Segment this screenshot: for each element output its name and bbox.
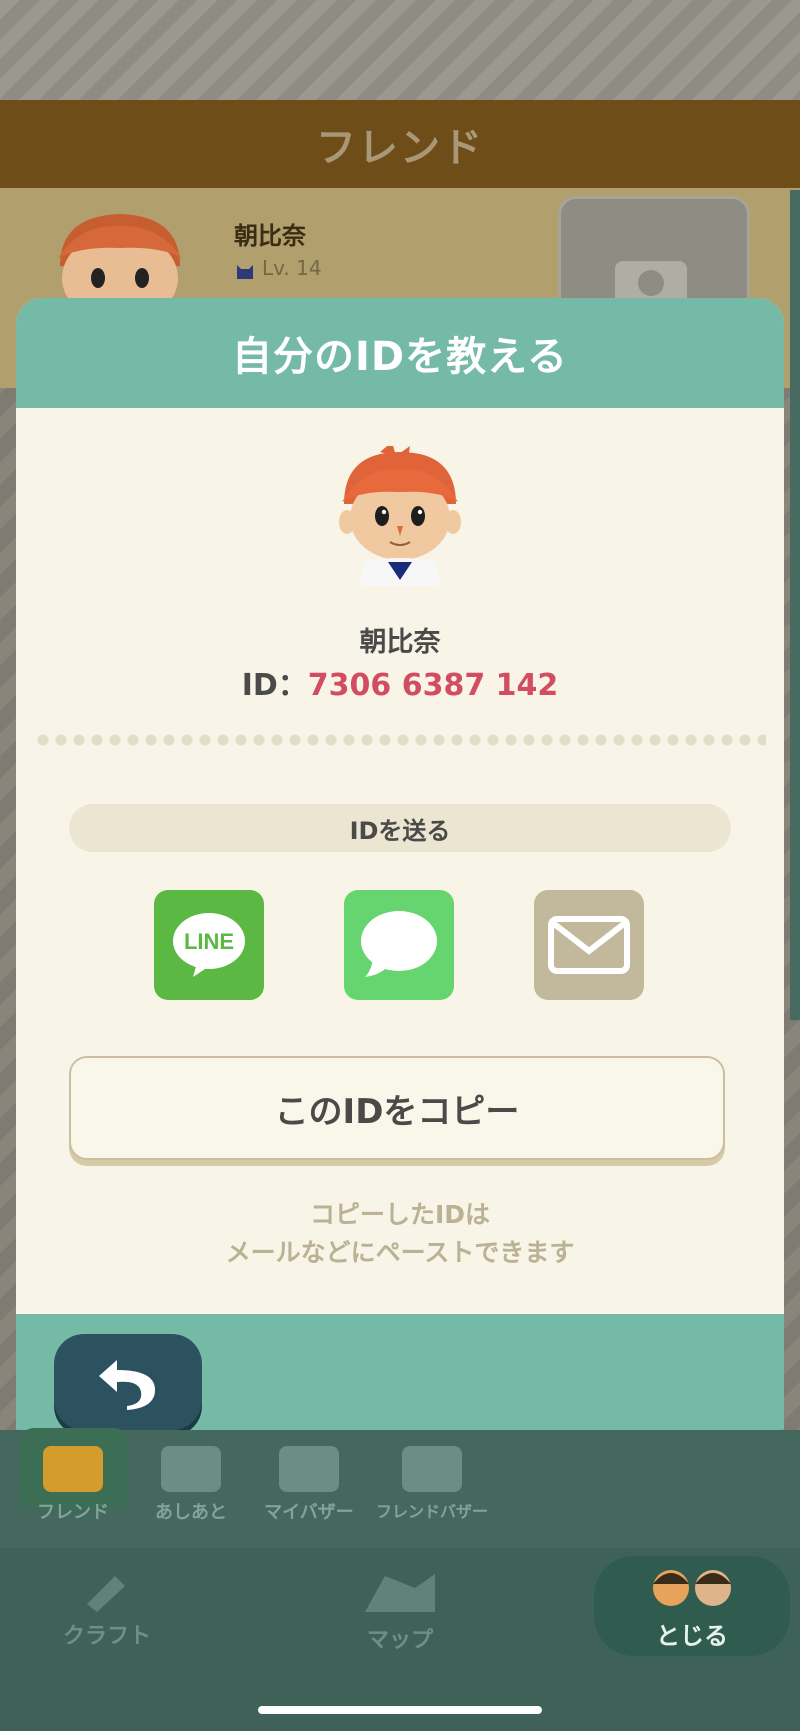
line-text: LINE <box>184 929 234 954</box>
share-line-button[interactable]: LINE <box>154 890 264 1000</box>
id-value: 7306 6387 142 <box>307 668 559 703</box>
friend-bazaar-icon <box>402 1446 462 1492</box>
page-title: フレンド <box>0 100 800 188</box>
line-icon: LINE <box>173 913 245 977</box>
bazaar-icon <box>279 1446 339 1492</box>
hint-line-2: メールなどにペーストできます <box>225 1238 575 1267</box>
nav-footprints-label: あしあと <box>155 1502 227 1523</box>
friend-level: Lv. 14 <box>234 256 322 281</box>
map-icon <box>365 1574 435 1612</box>
player-id: ID：7306 6387 142 <box>16 660 784 704</box>
friends-icon <box>43 1446 103 1492</box>
share-mail-button[interactable] <box>534 890 644 1000</box>
copy-hint: コピーしたIDは メールなどにペーストできます <box>16 1196 784 1272</box>
craft-icon <box>87 1576 125 1612</box>
send-id-label: IDを送る <box>69 804 731 852</box>
footprints-icon <box>161 1446 221 1492</box>
nav-friend-bazaar[interactable]: フレンドバザー <box>372 1446 492 1536</box>
share-message-button[interactable] <box>344 890 454 1000</box>
hint-line-1: コピーしたIDは <box>309 1200 491 1229</box>
friend-level-text: Lv. 14 <box>262 256 322 280</box>
back-button[interactable] <box>54 1334 202 1430</box>
close-button[interactable]: とじる <box>594 1556 790 1656</box>
messages-icon <box>361 911 437 977</box>
nav-my-bazaar[interactable]: マイバザー <box>254 1446 364 1536</box>
copy-id-button[interactable]: このIDをコピー <box>69 1056 725 1160</box>
nav-my-bazaar-label: マイバザー <box>264 1502 354 1523</box>
mail-icon <box>548 916 630 974</box>
background-top <box>0 0 800 100</box>
share-id-dialog: 自分のIDを教える 朝比奈 ID：7306 6387 142 IDを送る LIN… <box>16 298 784 1450</box>
home-indicator <box>258 1706 542 1714</box>
dotted-divider <box>34 734 766 746</box>
id-prefix: ID： <box>241 668 308 703</box>
cat-icon <box>237 264 253 279</box>
player-name: 朝比奈 <box>359 627 441 658</box>
player-avatar <box>339 446 461 586</box>
nav-friends-label: フレンド <box>37 1502 109 1523</box>
nav-map-label: マップ <box>366 1628 433 1653</box>
nav-craft[interactable]: クラフト <box>52 1568 162 1650</box>
dialog-title: 自分のIDを教える <box>16 298 784 408</box>
nav-map[interactable]: マップ <box>330 1568 470 1654</box>
nav-friends[interactable]: フレンド <box>18 1446 128 1536</box>
friend-name: 朝比奈 <box>234 222 306 250</box>
close-icon <box>653 1570 731 1606</box>
scroll-indicator <box>790 190 800 1020</box>
close-label: とじる <box>656 1622 728 1650</box>
nav-footprints[interactable]: あしあと <box>136 1446 246 1536</box>
back-arrow-icon <box>99 1360 155 1410</box>
nav-craft-label: クラフト <box>62 1624 151 1649</box>
nav-friend-bazaar-label: フレンドバザー <box>375 1502 488 1521</box>
